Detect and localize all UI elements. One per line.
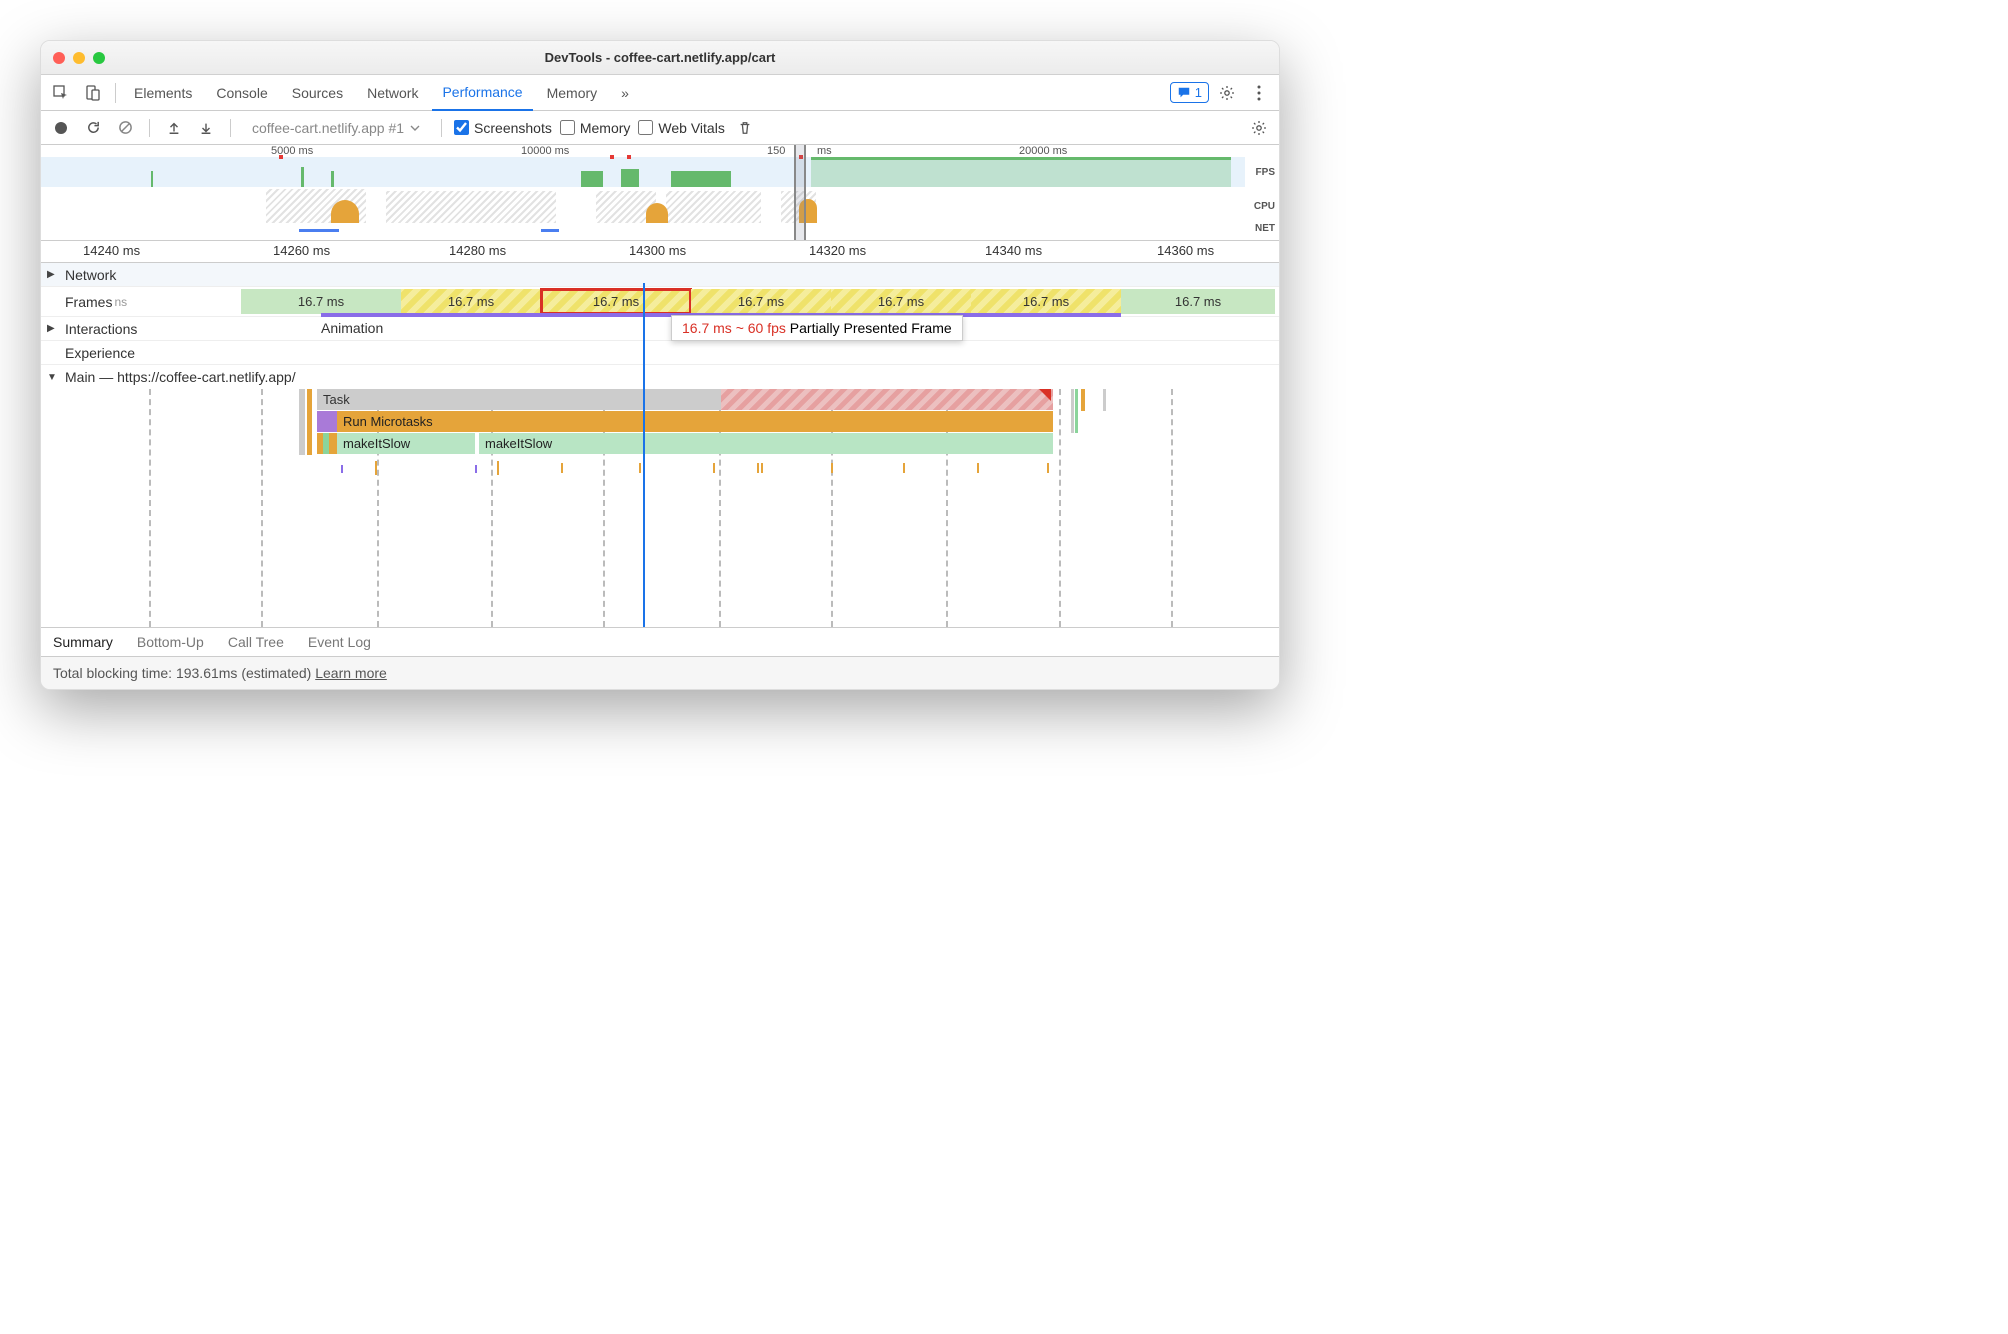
delete-icon[interactable] [733, 116, 757, 140]
tab-network[interactable]: Network [357, 75, 428, 111]
maximize-icon[interactable] [93, 52, 105, 64]
settings-icon[interactable] [1213, 79, 1241, 107]
overview-timeline[interactable]: FPS CPU NET 5000 ms 10000 ms 150 ms 2000… [41, 145, 1279, 241]
frames-track-label[interactable]: Frames ns [41, 287, 241, 316]
frame[interactable]: 16.7 ms [831, 289, 971, 314]
panel-tabs: Elements Console Sources Network Perform… [41, 75, 1279, 111]
frame[interactable]: 16.7 ms [401, 289, 541, 314]
microtask-slice[interactable] [317, 411, 329, 432]
tab-console[interactable]: Console [206, 75, 277, 111]
close-icon[interactable] [53, 52, 65, 64]
playhead[interactable] [643, 283, 645, 627]
devtools-window: DevTools - coffee-cart.netlify.app/cart … [40, 40, 1280, 690]
screenshots-checkbox[interactable]: Screenshots [454, 120, 552, 136]
frame-tooltip: 16.7 ms ~ 60 fps Partially Presented Fra… [671, 315, 963, 341]
frames-track[interactable]: 16.7 ms 16.7 ms 16.7 ms 16.7 ms 16.7 ms … [241, 287, 1279, 316]
clear-icon[interactable] [113, 116, 137, 140]
tab-performance[interactable]: Performance [432, 75, 532, 111]
eventlog-tab[interactable]: Event Log [308, 634, 371, 650]
tab-elements[interactable]: Elements [124, 75, 202, 111]
network-track-label[interactable]: ▶Network [41, 263, 241, 286]
feedback-count: 1 [1195, 85, 1202, 100]
tab-sources[interactable]: Sources [282, 75, 353, 111]
overview-labels: FPS CPU NET [1245, 145, 1279, 240]
performance-toolbar: coffee-cart.netlify.app #1 Screenshots M… [41, 111, 1279, 145]
inspect-icon[interactable] [47, 79, 75, 107]
interactions-track-label[interactable]: ▶Interactions [41, 317, 241, 340]
task-long[interactable] [721, 389, 1053, 410]
download-icon[interactable] [194, 116, 218, 140]
memory-checkbox[interactable]: Memory [560, 120, 631, 136]
run-microtasks-block[interactable]: Run Microtasks [337, 411, 1053, 432]
summary-tab[interactable]: Summary [53, 634, 113, 650]
interactions-track[interactable]: Animation 16.7 ms ~ 60 fps Partially Pre… [241, 317, 1279, 340]
main-flamechart[interactable]: Task Run Microtasks makeItSlow mak [41, 389, 1279, 627]
webvitals-checkbox[interactable]: Web Vitals [638, 120, 724, 136]
recording-name: coffee-cart.netlify.app #1 [252, 120, 404, 136]
recording-selector[interactable]: coffee-cart.netlify.app #1 [243, 117, 429, 139]
frame-selected[interactable]: 16.7 ms [541, 289, 691, 314]
makeitslow-block[interactable]: makeItSlow [479, 433, 1053, 454]
time-ruler[interactable]: 14240 ms 14260 ms 14280 ms 14300 ms 1432… [41, 241, 1279, 263]
tabs-overflow[interactable]: » [611, 75, 639, 111]
device-toggle-icon[interactable] [79, 79, 107, 107]
capture-settings-icon[interactable] [1247, 116, 1271, 140]
tab-memory[interactable]: Memory [537, 75, 608, 111]
frame[interactable]: 16.7 ms [691, 289, 831, 314]
frame[interactable]: 16.7 ms [241, 289, 401, 314]
flamechart-area[interactable]: ▶Network Frames ns 16.7 ms 16.7 ms 16.7 … [41, 263, 1279, 627]
animation-event[interactable]: Animation [321, 320, 383, 336]
titlebar: DevTools - coffee-cart.netlify.app/cart [41, 41, 1279, 75]
details-tabs: Summary Bottom-Up Call Tree Event Log [41, 627, 1279, 657]
chevron-down-icon [410, 123, 420, 133]
reload-icon[interactable] [81, 116, 105, 140]
main-track-label[interactable]: ▼Main — https://coffee-cart.netlify.app/ [41, 365, 302, 389]
kebab-icon[interactable] [1245, 79, 1273, 107]
window-title: DevTools - coffee-cart.netlify.app/cart [105, 50, 1215, 65]
record-icon[interactable] [49, 116, 73, 140]
makeitslow-block[interactable]: makeItSlow [337, 433, 475, 454]
minimize-icon[interactable] [73, 52, 85, 64]
upload-icon[interactable] [162, 116, 186, 140]
calltree-tab[interactable]: Call Tree [228, 634, 284, 650]
frame[interactable]: 16.7 ms [1121, 289, 1275, 314]
experience-track-label[interactable]: Experience [41, 341, 241, 364]
track-indicator [40, 263, 41, 317]
frame[interactable]: 16.7 ms [971, 289, 1121, 314]
feedback-badge[interactable]: 1 [1170, 82, 1209, 103]
bottomup-tab[interactable]: Bottom-Up [137, 634, 204, 650]
learn-more-link[interactable]: Learn more [315, 665, 387, 681]
overview-selection[interactable] [794, 145, 806, 240]
traffic-lights [53, 52, 105, 64]
footer-status: Total blocking time: 193.61ms (estimated… [41, 657, 1279, 689]
